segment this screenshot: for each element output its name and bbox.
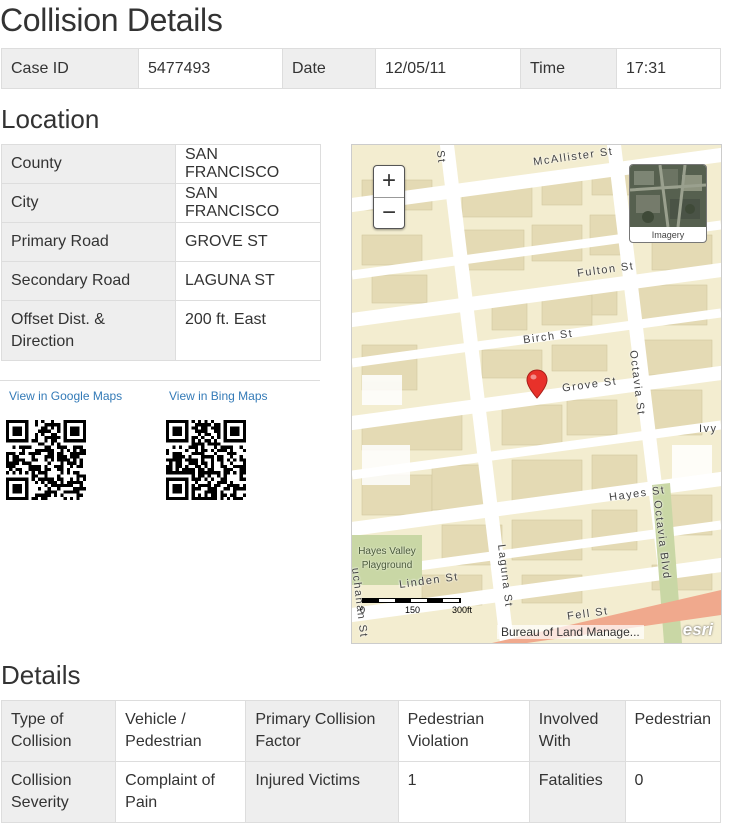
location-table: County SAN FRANCISCO City SAN FRANCISCO …	[1, 144, 321, 361]
type-of-collision-label: Type of Collision	[0, 700, 117, 762]
scale-label-150: 150	[405, 605, 421, 615]
offset-value: 200 ft. East	[175, 300, 321, 361]
secondary-road-value: LAGUNA ST	[175, 261, 321, 301]
collision-severity-label: Collision Severity	[0, 761, 117, 823]
page-title: Collision Details	[0, 2, 223, 38]
zoom-out-button[interactable]: −	[374, 198, 404, 229]
imagery-basemap-toggle[interactable]: Imagery	[629, 164, 707, 243]
zoom-in-button[interactable]: +	[374, 166, 404, 198]
injured-victims-label: Injured Victims	[245, 761, 399, 823]
location-heading: Location	[1, 104, 100, 134]
injured-victims-value: 1	[397, 761, 530, 823]
ivy-street-label: Ivy	[699, 423, 718, 435]
primary-road-value: GROVE ST	[175, 222, 321, 262]
city-label: City	[1, 183, 176, 223]
case-summary-table: Case ID 5477493 Date 12/05/11 Time 17:31	[1, 48, 721, 89]
google-maps-qr-code-icon[interactable]	[6, 420, 86, 500]
primary-road-label: Primary Road	[1, 222, 176, 262]
primary-collision-factor-label: Primary Collision Factor	[245, 700, 399, 762]
google-maps-link[interactable]: View in Google Maps	[9, 389, 122, 403]
map-scale-bar: 0 150 300ft	[360, 598, 480, 618]
fatalities-value: 0	[624, 761, 721, 823]
time-label: Time	[520, 48, 617, 89]
offset-label: Offset Dist. & Direction	[1, 300, 176, 361]
collision-map[interactable]: McAllister St Fulton St Birch St Grove S…	[351, 144, 722, 644]
hayes-valley-playground-label: Hayes Valley Playground	[358, 546, 416, 571]
city-value: SAN FRANCISCO	[175, 183, 321, 223]
involved-with-value: Pedestrian	[624, 700, 721, 762]
map-pin-icon[interactable]	[526, 369, 548, 399]
bing-maps-link[interactable]: View in Bing Maps	[169, 389, 268, 403]
involved-with-label: Involved With	[528, 700, 626, 762]
county-value: SAN FRANCISCO	[175, 144, 321, 184]
esri-logo[interactable]: esri	[683, 620, 713, 640]
type-of-collision-value: Vehicle / Pedestrian	[115, 700, 247, 762]
time-value: 17:31	[616, 48, 721, 89]
case-id-value: 5477493	[138, 48, 283, 89]
map-attribution[interactable]: Bureau of Land Manage...	[497, 625, 644, 639]
imagery-label: Imagery	[651, 230, 685, 240]
scale-label-300: 300ft	[452, 605, 473, 615]
street-label-fragment: St	[433, 149, 448, 165]
fatalities-label: Fatalities	[528, 761, 626, 823]
case-id-label: Case ID	[1, 48, 139, 89]
details-table: Type of Collision Vehicle / Pedestrian P…	[0, 700, 721, 823]
date-label: Date	[282, 48, 376, 89]
map-zoom-control: + −	[373, 165, 405, 229]
date-value: 12/05/11	[375, 48, 521, 89]
primary-collision-factor-value: Pedestrian Violation	[397, 700, 530, 762]
satellite-thumbnail-icon	[630, 165, 706, 228]
scale-label-0: 0	[360, 605, 366, 615]
scale-bar-graphic	[362, 598, 461, 603]
collision-severity-value: Complaint of Pain	[115, 761, 247, 823]
details-heading: Details	[1, 660, 81, 690]
secondary-road-label: Secondary Road	[1, 261, 176, 301]
bing-maps-qr-code-icon[interactable]	[166, 420, 246, 500]
county-label: County	[1, 144, 176, 184]
